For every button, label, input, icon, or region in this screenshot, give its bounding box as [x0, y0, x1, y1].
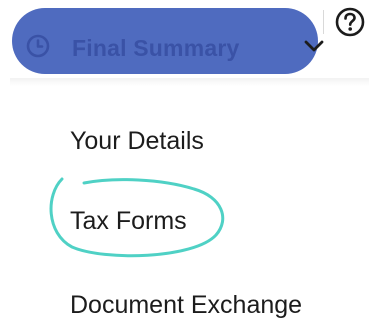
summary-dropdown[interactable]: Final Summary [12, 8, 324, 74]
clock-icon [26, 34, 50, 58]
chevron-down-icon [303, 39, 325, 53]
help-question-icon [334, 7, 366, 42]
help-button[interactable] [334, 6, 366, 38]
menu-item-document-exchange[interactable]: Document Exchange [70, 291, 302, 320]
menu-item-your-details[interactable]: Your Details [70, 127, 204, 156]
dropdown-label: Final Summary [72, 35, 240, 61]
header-divider [323, 10, 324, 34]
menu-item-tax-forms[interactable]: Tax Forms [70, 207, 187, 236]
header-shadow [10, 78, 369, 86]
page: Final Summary Your Details Tax Forms Doc… [0, 0, 369, 323]
